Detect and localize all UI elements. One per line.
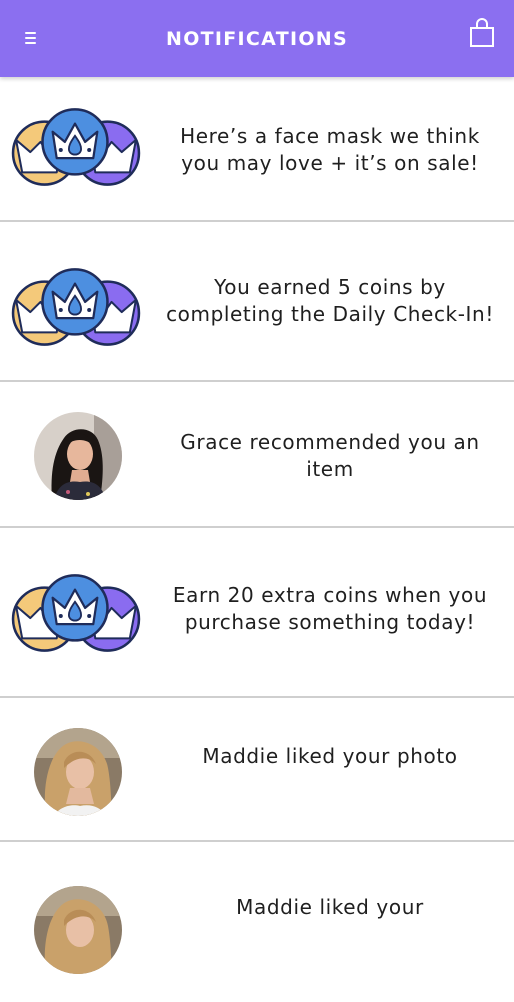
notification-text: Earn 20 extra coins when you purchase so…	[172, 583, 488, 634]
notification-text: Grace recommended you an item	[180, 430, 480, 481]
shopping-bag-icon[interactable]	[468, 16, 496, 50]
coins-crown-icon	[10, 573, 142, 655]
coins-crown-icon	[10, 107, 142, 189]
coins-crown-icon	[10, 267, 142, 349]
notification-text: Maddie liked your photo	[202, 744, 458, 768]
notification-item[interactable]: Earn 20 extra coins when you purchase so…	[0, 528, 514, 698]
notification-item[interactable]: Maddie liked your photo	[0, 698, 514, 842]
notification-text: Here’s a face mask we think you may love…	[180, 124, 480, 175]
notification-text: Maddie liked your	[236, 895, 424, 919]
notification-item[interactable]: Grace recommended you an item	[0, 382, 514, 528]
notification-text: You earned 5 coins by completing the Dai…	[166, 275, 494, 326]
notification-item[interactable]: Maddie liked your	[0, 842, 514, 1002]
top-app-bar: NOTIFICATIONS	[0, 0, 514, 77]
avatar	[34, 728, 122, 816]
notification-item[interactable]: You earned 5 coins by completing the Dai…	[0, 222, 514, 382]
notification-item[interactable]: Here’s a face mask we think you may love…	[0, 77, 514, 222]
avatar	[34, 412, 122, 500]
page-title: NOTIFICATIONS	[166, 28, 348, 50]
avatar	[34, 886, 122, 974]
